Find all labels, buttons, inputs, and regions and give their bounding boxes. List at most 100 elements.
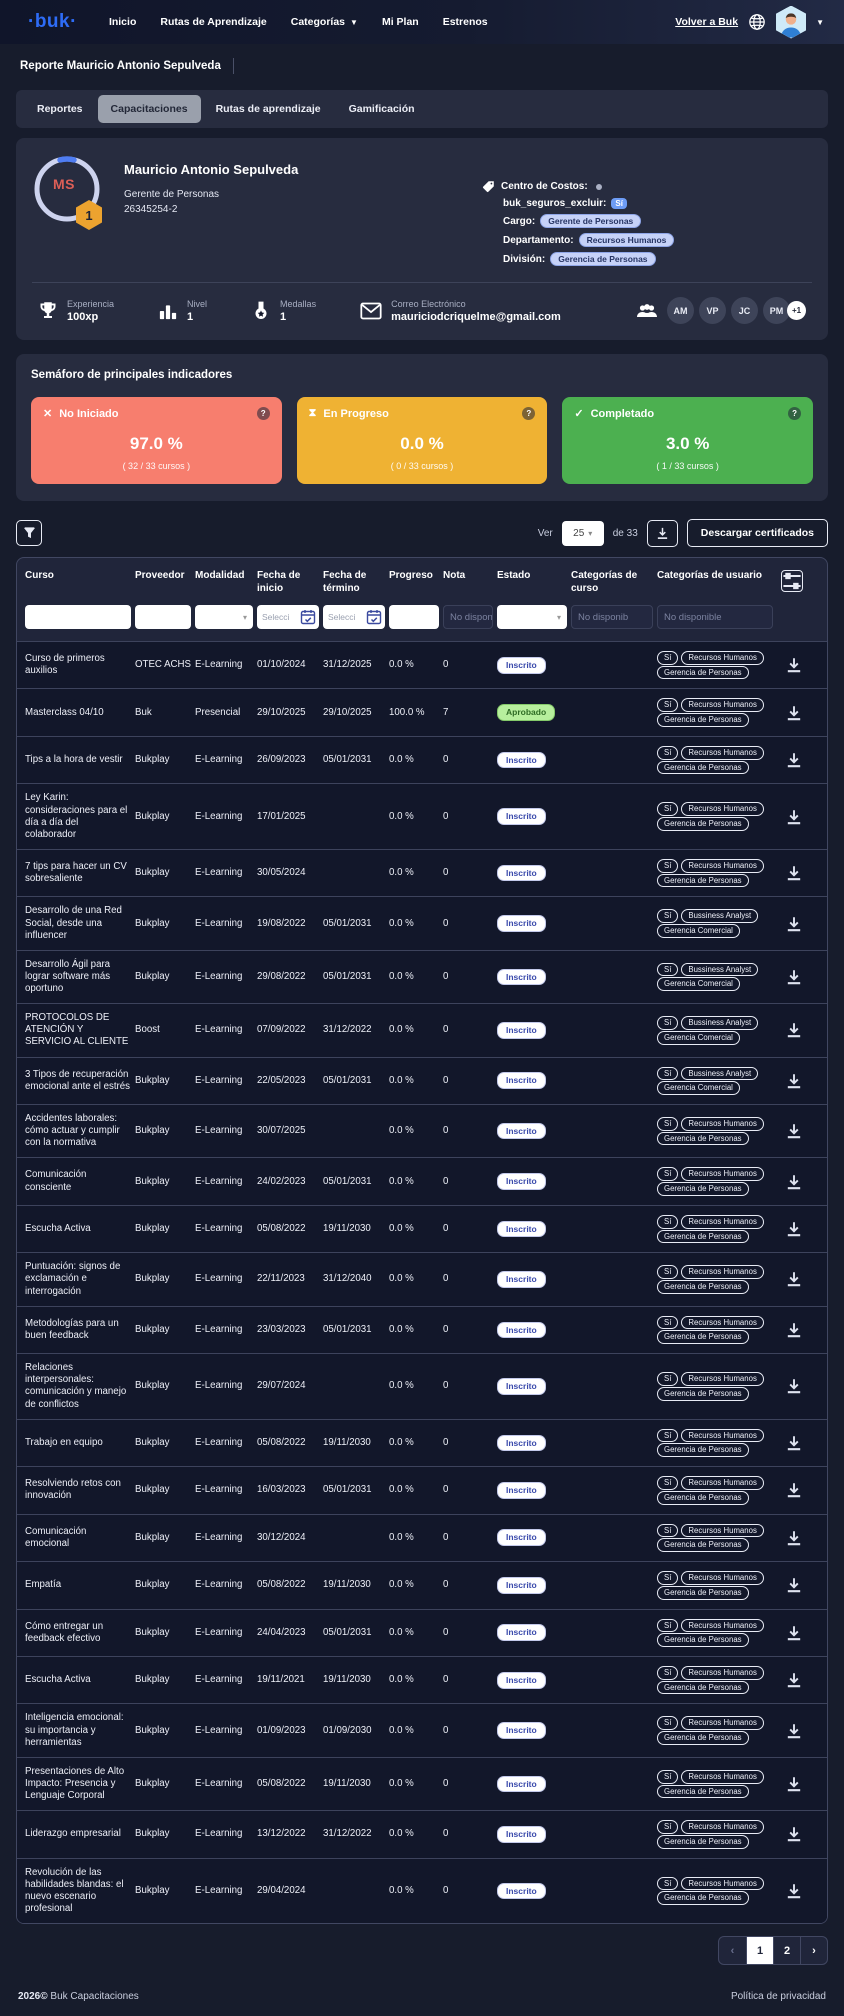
filter-input[interactable] bbox=[135, 605, 191, 629]
cell-fecha-inicio: 23/03/2023 bbox=[257, 1324, 319, 1336]
category-pill: Gerencia de Personas bbox=[657, 1491, 749, 1505]
cell-categorias-usuario: SíRecursos HumanosGerencia de Personas bbox=[657, 1315, 773, 1345]
descargar-certificados-button[interactable]: Descargar certificados bbox=[687, 519, 828, 547]
user-avatar[interactable] bbox=[776, 6, 806, 39]
cell-nota: 0 bbox=[443, 1579, 493, 1591]
cell-curso: Metodologías para un buen feedback bbox=[25, 1318, 131, 1342]
stats-row: Experiencia100xpNivel1Medallas1Correo El… bbox=[32, 297, 812, 328]
account-chevron-down-icon[interactable]: ▼ bbox=[816, 18, 824, 27]
cell-fecha-inicio: 07/09/2022 bbox=[257, 1024, 319, 1036]
column-header: Progreso bbox=[389, 570, 439, 583]
filter-select[interactable]: ▾ bbox=[195, 605, 253, 629]
download-certificate-icon[interactable] bbox=[785, 704, 803, 722]
profile-name: Mauricio Antonio Sepulveda bbox=[124, 162, 298, 177]
profile-field-row: Departamento:Recursos Humanos bbox=[482, 233, 812, 247]
filter-disabled: No disponib bbox=[571, 605, 653, 629]
filter-button[interactable] bbox=[16, 520, 42, 546]
nav-item-inicio[interactable]: Inicio bbox=[109, 16, 136, 28]
cell-fecha-inicio: 16/03/2023 bbox=[257, 1484, 319, 1496]
download-certificate-icon[interactable] bbox=[785, 1173, 803, 1191]
cell-progreso: 0.0 % bbox=[389, 1024, 439, 1036]
breadcrumb-divider bbox=[233, 58, 234, 74]
download-certificate-icon[interactable] bbox=[785, 1671, 803, 1689]
info-icon[interactable]: ? bbox=[788, 407, 801, 420]
download-certificate-icon[interactable] bbox=[785, 864, 803, 882]
download-certificate-icon[interactable] bbox=[785, 1270, 803, 1288]
filter-date[interactable]: Selecci bbox=[323, 605, 385, 629]
column-header: Categorías de curso bbox=[571, 570, 653, 595]
privacy-link[interactable]: Política de privacidad bbox=[731, 1991, 826, 2002]
pagination-page-1[interactable]: 1 bbox=[746, 1937, 773, 1964]
info-icon[interactable]: ? bbox=[522, 407, 535, 420]
semaforo-label: En Progreso bbox=[323, 408, 388, 420]
nav-item-estrenos[interactable]: Estrenos bbox=[443, 16, 488, 28]
cell-categorias-usuario: SíRecursos HumanosGerencia de Personas bbox=[657, 1618, 773, 1648]
filter-select[interactable]: ▾ bbox=[497, 605, 567, 629]
download-certificate-icon[interactable] bbox=[785, 1220, 803, 1238]
table-row: Trabajo en equipoBukplayE-Learning05/08/… bbox=[17, 1419, 827, 1466]
calendar-icon[interactable] bbox=[300, 609, 316, 625]
cell-curso: Masterclass 04/10 bbox=[25, 707, 131, 719]
download-certificate-icon[interactable] bbox=[785, 1576, 803, 1594]
download-certificate-icon[interactable] bbox=[785, 1377, 803, 1395]
column-settings-button[interactable] bbox=[781, 570, 803, 592]
centro-costos-dot bbox=[596, 184, 602, 190]
tab-rutas-de-aprendizaje[interactable]: Rutas de aprendizaje bbox=[203, 95, 334, 123]
top-navbar: buk Inicio Rutas de Aprendizaje Categorías… bbox=[0, 0, 844, 44]
semaforo-percent: 0.0 % bbox=[309, 434, 536, 454]
download-certificate-icon[interactable] bbox=[785, 1722, 803, 1740]
filter-input[interactable] bbox=[389, 605, 439, 629]
category-pill: Recursos Humanos bbox=[681, 1716, 763, 1730]
filter-input[interactable] bbox=[25, 605, 131, 629]
globe-icon[interactable] bbox=[748, 13, 766, 31]
tab-gamificación[interactable]: Gamificación bbox=[336, 95, 428, 123]
cell-progreso: 0.0 % bbox=[389, 1532, 439, 1544]
calendar-icon[interactable] bbox=[366, 609, 382, 625]
download-certificate-icon[interactable] bbox=[785, 1072, 803, 1090]
cell-progreso: 100.0 % bbox=[389, 707, 439, 719]
tab-capacitaciones[interactable]: Capacitaciones bbox=[98, 95, 201, 123]
download-report-button[interactable] bbox=[647, 520, 678, 547]
download-certificate-icon[interactable] bbox=[785, 1122, 803, 1140]
download-certificate-icon[interactable] bbox=[785, 1529, 803, 1547]
download-certificate-icon[interactable] bbox=[785, 751, 803, 769]
cell-proveedor: Bukplay bbox=[135, 1579, 191, 1591]
download-certificate-icon[interactable] bbox=[785, 1624, 803, 1642]
pagination-next[interactable]: › bbox=[800, 1937, 827, 1964]
volver-a-buk-link[interactable]: Volver a Buk bbox=[675, 16, 738, 28]
download-certificate-icon[interactable] bbox=[785, 1481, 803, 1499]
cell-fecha-inicio: 30/07/2025 bbox=[257, 1125, 319, 1137]
cell-categorias-usuario: SíRecursos HumanosGerencia de Personas bbox=[657, 801, 773, 831]
download-certificate-icon[interactable] bbox=[785, 968, 803, 986]
nav-item-rutas-de-aprendizaje[interactable]: Rutas de Aprendizaje bbox=[160, 16, 266, 28]
team-more-badge[interactable]: +1 bbox=[787, 301, 806, 320]
nav-item-label: Rutas de Aprendizaje bbox=[160, 16, 266, 28]
download-certificate-icon[interactable] bbox=[785, 1882, 803, 1900]
filter-date[interactable]: Selecci bbox=[257, 605, 319, 629]
page-size-select[interactable]: 25 ▾ bbox=[562, 521, 604, 546]
cell-categorias-usuario: SíRecursos HumanosGerencia de Personas bbox=[657, 1665, 773, 1695]
courses-table: CursoProveedorModalidadFecha de inicioFe… bbox=[16, 557, 828, 1924]
nav-item-mi-plan[interactable]: Mi Plan bbox=[382, 16, 419, 28]
download-certificate-icon[interactable] bbox=[785, 1021, 803, 1039]
cell-nota: 0 bbox=[443, 1125, 493, 1137]
download-certificate-icon[interactable] bbox=[785, 1321, 803, 1339]
download-certificate-icon[interactable] bbox=[785, 915, 803, 933]
download-certificate-icon[interactable] bbox=[785, 656, 803, 674]
profile-card: MS 1 Mauricio Antonio Sepulveda Gerente … bbox=[16, 138, 828, 340]
download-certificate-icon[interactable] bbox=[785, 1434, 803, 1452]
buk-logo[interactable]: buk bbox=[20, 11, 85, 33]
cell-categorias-usuario: SíRecursos HumanosGerencia de Personas bbox=[657, 1715, 773, 1745]
pagination-page-2[interactable]: 2 bbox=[773, 1937, 800, 1964]
status-badge: Inscrito bbox=[497, 1378, 546, 1395]
nav-item-categorías[interactable]: Categorías▼ bbox=[291, 16, 358, 28]
download-certificate-icon[interactable] bbox=[785, 1775, 803, 1793]
tab-reportes[interactable]: Reportes bbox=[24, 95, 96, 123]
download-certificate-icon[interactable] bbox=[785, 1825, 803, 1843]
info-icon[interactable]: ? bbox=[257, 407, 270, 420]
download-certificate-icon[interactable] bbox=[785, 808, 803, 826]
tag-icon bbox=[482, 180, 495, 193]
status-badge: Inscrito bbox=[497, 1173, 546, 1190]
pagination-prev[interactable]: ‹ bbox=[719, 1937, 746, 1964]
cell-nota: 0 bbox=[443, 867, 493, 879]
